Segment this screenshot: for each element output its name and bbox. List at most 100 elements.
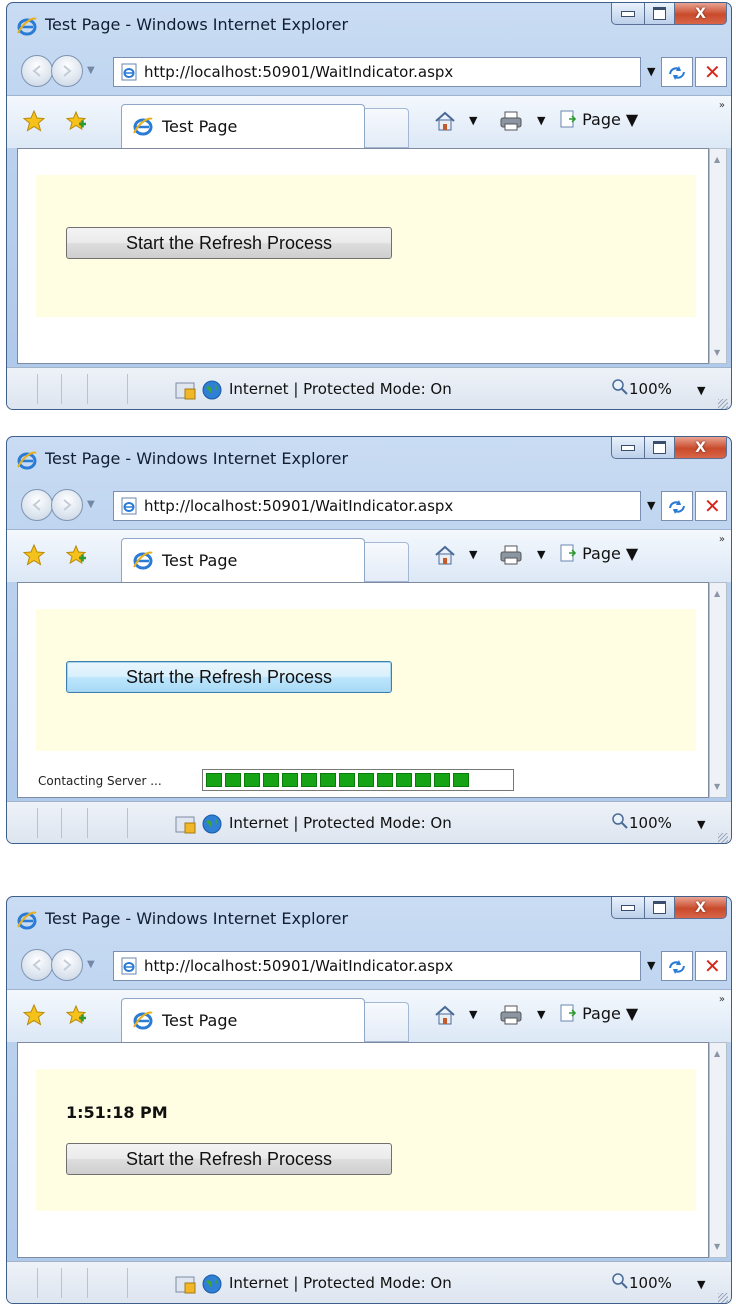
home-icon[interactable]: [433, 544, 457, 566]
zoom-dropdown[interactable]: ▼: [697, 1278, 705, 1291]
star-icon[interactable]: [23, 544, 45, 566]
zoom-level[interactable]: 100%: [629, 814, 672, 832]
progress-segment: [358, 773, 374, 787]
magnifier-icon[interactable]: [611, 378, 629, 396]
recent-pages-dropdown[interactable]: ▼: [87, 499, 95, 510]
magnifier-icon[interactable]: [611, 812, 629, 830]
internet-globe-icon[interactable]: [201, 379, 223, 401]
tab-test-page[interactable]: Test Page: [121, 998, 365, 1042]
add-favorites-icon[interactable]: [65, 544, 87, 566]
resize-grip[interactable]: [718, 833, 728, 843]
stop-button[interactable]: ✕: [695, 491, 727, 521]
protected-mode-shield-icon[interactable]: [175, 814, 197, 834]
print-dropdown[interactable]: ▼: [537, 1008, 545, 1021]
back-button[interactable]: [21, 55, 53, 87]
internet-globe-icon[interactable]: [201, 813, 223, 835]
page-menu-label: Page: [582, 110, 621, 129]
resize-grip[interactable]: [718, 399, 728, 409]
scroll-down-icon[interactable]: ▼: [714, 1242, 720, 1251]
title-bar: Test Page - Windows Internet Explorer X: [7, 897, 731, 939]
home-dropdown[interactable]: ▼: [469, 1008, 477, 1021]
refresh-button[interactable]: [661, 951, 693, 981]
toolbar-overflow-chevron[interactable]: »: [719, 994, 725, 1005]
minimize-button[interactable]: [611, 437, 645, 459]
address-bar[interactable]: http://localhost:50901/WaitIndicator.asp…: [113, 491, 641, 521]
minimize-button[interactable]: [611, 897, 645, 919]
vertical-scrollbar[interactable]: ▲ ▼: [709, 1042, 727, 1258]
recent-pages-dropdown[interactable]: ▼: [87, 959, 95, 970]
resize-grip[interactable]: [718, 1293, 728, 1303]
home-dropdown[interactable]: ▼: [469, 548, 477, 561]
close-button[interactable]: X: [675, 3, 727, 25]
address-dropdown[interactable]: ▼: [647, 65, 655, 78]
vertical-scrollbar[interactable]: ▲ ▼: [709, 148, 727, 364]
add-favorites-icon[interactable]: [65, 1004, 87, 1026]
home-icon[interactable]: [433, 110, 457, 132]
home-dropdown[interactable]: ▼: [469, 114, 477, 127]
zoom-dropdown[interactable]: ▼: [697, 818, 705, 831]
zoom-dropdown[interactable]: ▼: [697, 384, 705, 397]
address-bar[interactable]: http://localhost:50901/WaitIndicator.asp…: [113, 57, 641, 87]
close-button[interactable]: X: [675, 897, 727, 919]
minimize-button[interactable]: [611, 3, 645, 25]
maximize-button[interactable]: [645, 3, 675, 25]
start-refresh-button[interactable]: Start the Refresh Process: [66, 1143, 392, 1175]
forward-arrow-icon: [63, 959, 72, 971]
address-dropdown[interactable]: ▼: [647, 959, 655, 972]
refresh-button[interactable]: [661, 491, 693, 521]
forward-button[interactable]: [51, 55, 83, 87]
new-tab-button[interactable]: [365, 108, 409, 148]
back-button[interactable]: [21, 949, 53, 981]
zoom-level[interactable]: 100%: [629, 380, 672, 398]
stop-button[interactable]: ✕: [695, 57, 727, 87]
maximize-button[interactable]: [645, 897, 675, 919]
address-bar[interactable]: http://localhost:50901/WaitIndicator.asp…: [113, 951, 641, 981]
forward-button[interactable]: [51, 489, 83, 521]
close-icon: X: [695, 899, 706, 916]
printer-icon[interactable]: [499, 110, 523, 132]
stop-button[interactable]: ✕: [695, 951, 727, 981]
scroll-down-icon[interactable]: ▼: [714, 782, 720, 791]
status-separator: [61, 374, 62, 404]
magnifier-icon[interactable]: [611, 1272, 629, 1290]
scroll-up-icon[interactable]: ▲: [714, 155, 720, 164]
protected-mode-shield-icon[interactable]: [175, 1274, 197, 1294]
tab-test-page[interactable]: Test Page: [121, 104, 365, 148]
start-refresh-button[interactable]: Start the Refresh Process: [66, 227, 392, 259]
scroll-down-icon[interactable]: ▼: [714, 348, 720, 357]
page-menu[interactable]: Page ▼: [559, 1004, 638, 1023]
tab-test-page[interactable]: Test Page: [121, 538, 365, 582]
address-dropdown[interactable]: ▼: [647, 499, 655, 512]
page-menu[interactable]: Page ▼: [559, 110, 638, 129]
forward-button[interactable]: [51, 949, 83, 981]
protected-mode-shield-icon[interactable]: [175, 380, 197, 400]
start-refresh-button[interactable]: Start the Refresh Process: [66, 661, 392, 693]
status-separator: [61, 808, 62, 838]
tab-label: Test Page: [162, 117, 238, 136]
star-icon[interactable]: [23, 1004, 45, 1026]
zoom-level[interactable]: 100%: [629, 1274, 672, 1292]
refresh-button[interactable]: [661, 57, 693, 87]
new-tab-button[interactable]: [365, 542, 409, 582]
page-menu[interactable]: Page ▼: [559, 544, 638, 563]
update-panel: Start the Refresh Process: [36, 609, 696, 751]
toolbar-overflow-chevron[interactable]: »: [719, 534, 725, 545]
recent-pages-dropdown[interactable]: ▼: [87, 65, 95, 76]
scroll-up-icon[interactable]: ▲: [714, 589, 720, 598]
print-dropdown[interactable]: ▼: [537, 548, 545, 561]
new-tab-button[interactable]: [365, 1002, 409, 1042]
close-button[interactable]: X: [675, 437, 727, 459]
add-favorites-icon[interactable]: [65, 110, 87, 132]
toolbar-overflow-chevron[interactable]: »: [719, 100, 725, 111]
progress-segment: [339, 773, 355, 787]
back-button[interactable]: [21, 489, 53, 521]
printer-icon[interactable]: [499, 544, 523, 566]
print-dropdown[interactable]: ▼: [537, 114, 545, 127]
internet-globe-icon[interactable]: [201, 1273, 223, 1295]
home-icon[interactable]: [433, 1004, 457, 1026]
vertical-scrollbar[interactable]: ▲ ▼: [709, 582, 727, 798]
maximize-button[interactable]: [645, 437, 675, 459]
printer-icon[interactable]: [499, 1004, 523, 1026]
star-icon[interactable]: [23, 110, 45, 132]
scroll-up-icon[interactable]: ▲: [714, 1049, 720, 1058]
